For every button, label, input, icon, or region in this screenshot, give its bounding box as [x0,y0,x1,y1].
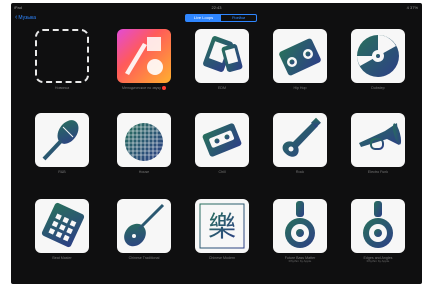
instrument-collage-icon [125,37,163,75]
mic-icon [42,120,79,161]
back-label: Музыка [18,15,37,21]
guitar-icon [282,117,321,157]
template-tile[interactable]: Electro Funk [350,113,406,174]
template-artwork [35,113,89,167]
template-sublabel: Rhythm by Apple [366,259,390,263]
template-label: EDM [218,86,226,90]
trumpet-icon [359,123,402,150]
template-tile[interactable]: Future Bass Matter Rhythm by Apple [272,199,328,264]
new-badge-icon [161,86,166,91]
template-artwork [351,29,405,83]
chevron-left-icon: ‹ [15,14,18,21]
template-artwork [351,199,405,253]
svg-text:樂: 樂 [208,210,236,243]
template-label: Dubstep [371,86,385,90]
template-artwork [117,29,171,83]
headphones-icon [363,201,393,248]
template-label: Chill [218,170,226,174]
headphones-icon [285,201,315,248]
template-artwork [35,29,89,83]
template-label: Rock [295,170,305,174]
template-sublabel: Rhythm by Apple [288,259,312,263]
template-artwork [351,113,405,167]
segment-live-loops[interactable]: Live Loops [186,15,221,21]
template-artwork: 樂 [195,199,249,253]
template-label: Chinese Traditional [128,256,160,260]
template-tile[interactable]: Dubstep [350,29,406,90]
pipa-icon [124,203,165,247]
template-tile[interactable]: Rock [272,113,328,174]
top-bar: ‹ Музыка Live Loops Ячейки [11,12,422,26]
template-artwork [117,199,171,253]
battery-indicator: 4 37% [406,5,418,10]
template-label: R&B [58,170,66,174]
ipad-icon [203,36,243,72]
template-label: Electro Funk [367,170,389,174]
template-label: Beat Master [52,256,72,260]
boombox-icon [279,38,321,76]
template-tile[interactable]: House [116,113,172,174]
segment-cells[interactable]: Ячейки [221,15,256,21]
clock: 22:43 [211,5,222,10]
template-label: Новинка [54,86,70,90]
template-artwork [273,29,327,83]
vinyl-icon [357,35,399,77]
template-artwork [273,113,327,167]
template-label: Chinese Modern [208,256,236,260]
template-tile[interactable]: 樂 Chinese Modern [194,199,250,260]
back-button[interactable]: ‹ Музыка [15,14,36,22]
template-tile[interactable]: Новинка [34,29,90,90]
chinese-icon: 樂 [199,203,245,249]
screen: iPad 22:43 4 37% ‹ Музыка Live Loops Яче… [11,3,422,284]
template-tile[interactable]: Hip Hop [272,29,328,90]
cassette-icon [202,123,242,157]
template-artwork [273,199,327,253]
drummachine-icon [41,202,85,248]
template-tile[interactable]: R&B [34,113,90,174]
template-tile[interactable]: Chill [194,113,250,174]
template-tile[interactable]: Beat Master [34,199,90,260]
template-tile[interactable]: Edges and Angles Rhythm by Apple [350,199,406,264]
template-label: Мелодическое по звуку [116,86,172,91]
template-artwork [35,199,89,253]
discoball-icon [125,113,163,161]
template-artwork [195,113,249,167]
template-label: House [138,170,150,174]
template-artwork [195,29,249,83]
template-tile[interactable]: EDM [194,29,250,90]
template-artwork [117,113,171,167]
segmented-control: Live Loops Ячейки [185,14,257,22]
home-bar [11,281,422,284]
template-label: Hip Hop [293,86,307,90]
status-bar: iPad 22:43 4 37% [11,3,422,12]
template-tile[interactable]: Chinese Traditional [116,199,172,260]
template-tile[interactable]: Мелодическое по звуку [116,29,172,91]
